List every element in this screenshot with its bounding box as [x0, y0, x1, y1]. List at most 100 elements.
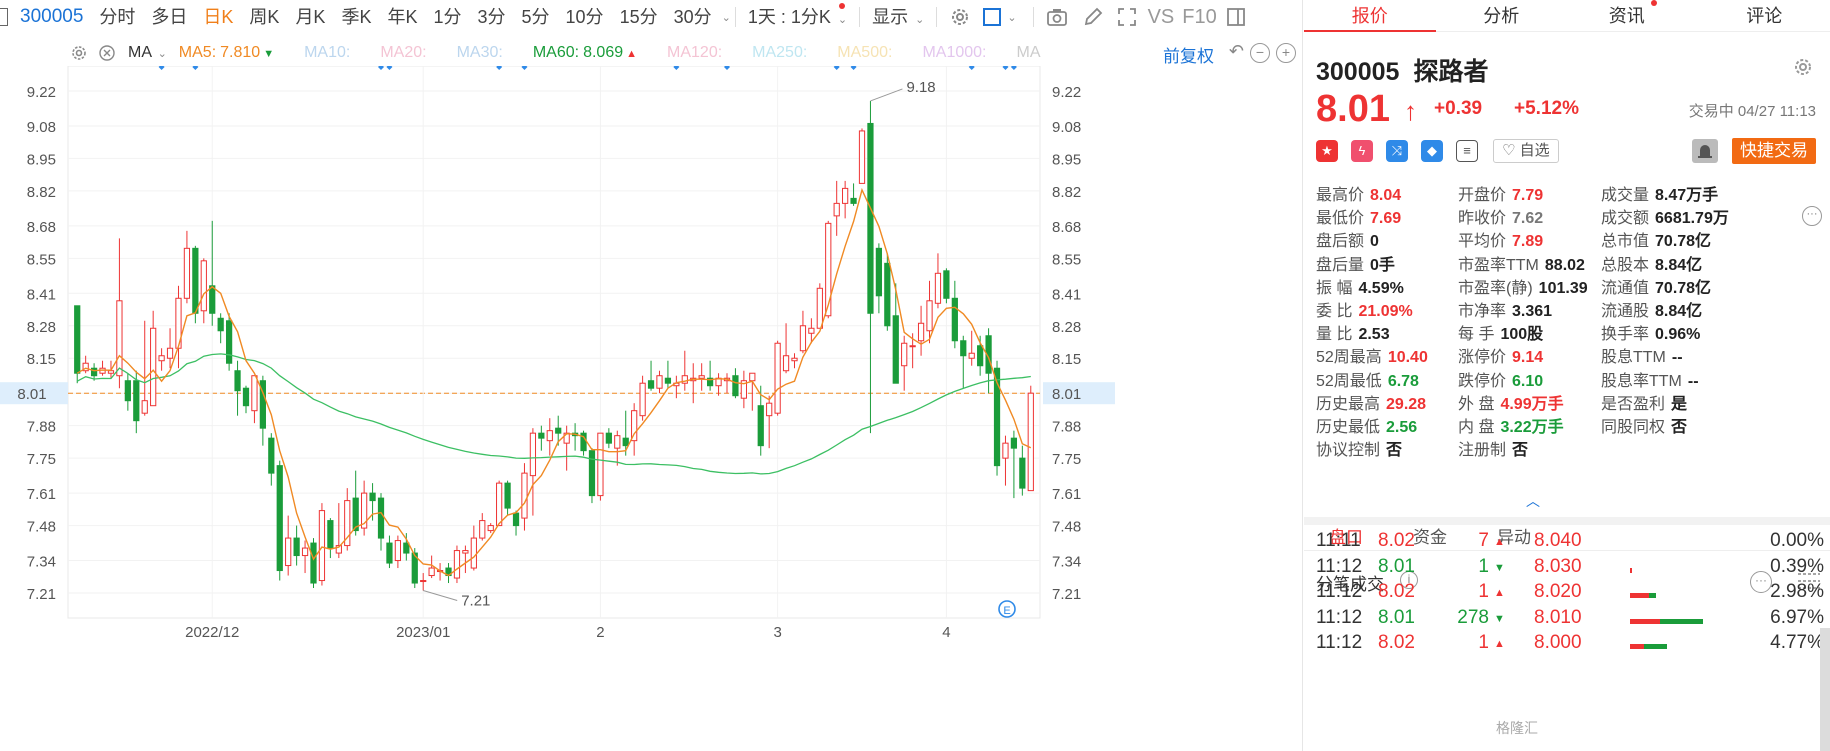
period-tab[interactable]: 季K	[333, 0, 379, 34]
ma-legend-item[interactable]: MA30:	[457, 44, 503, 62]
period-tab[interactable]: 分时	[91, 0, 143, 34]
candle-body	[251, 375, 258, 412]
stat-item: 股息率TTM --	[1601, 370, 1699, 393]
document-icon[interactable]: ≡	[1456, 140, 1478, 162]
chevron-down-icon[interactable]: ⌄	[1007, 11, 1016, 24]
stat-item: 52周最高 10.40	[1316, 346, 1428, 369]
vs-button[interactable]: VS	[1144, 0, 1179, 34]
stat-label: 成交量	[1601, 187, 1650, 204]
event-marker-icon	[386, 66, 393, 70]
zoom-in-icon[interactable]: +	[1276, 43, 1296, 63]
period-tab[interactable]: 多日	[143, 0, 195, 34]
scrollbar[interactable]	[1820, 628, 1830, 751]
trade-time: 11:12	[1316, 632, 1363, 653]
event-marker-icon	[496, 66, 503, 70]
fullscreen-icon[interactable]	[1116, 6, 1138, 28]
period-tab[interactable]: 周K	[241, 0, 287, 34]
y-tick-left: 9.08	[27, 119, 56, 136]
sidebar-toggle-icon[interactable]	[0, 8, 8, 26]
ma-legend-item[interactable]: MA1000:	[922, 44, 986, 62]
add-watchlist-button[interactable]: ♡ 自选	[1493, 139, 1559, 163]
settings-icon[interactable]	[70, 44, 88, 62]
event-marker-icon	[192, 66, 199, 70]
tab-1[interactable]: 分析	[1436, 0, 1568, 31]
candle-body	[1010, 437, 1018, 449]
ma-legend-item[interactable]: MA	[1016, 44, 1040, 62]
y-tick-right: 7.48	[1052, 519, 1081, 536]
interval-select[interactable]: 1天 : 1分K ⌄	[740, 0, 855, 34]
period-tab[interactable]: 月K	[287, 0, 333, 34]
candle-body	[757, 405, 764, 447]
settings-icon[interactable]	[949, 6, 971, 28]
stat-label: 昨收价	[1458, 210, 1507, 228]
stat-label: 股息TTM	[1601, 349, 1666, 367]
trade-time: 11:11	[1316, 530, 1361, 551]
ma-legend-item[interactable]: MA20:	[380, 44, 426, 62]
stat-value: 8.84亿	[1655, 256, 1703, 274]
candle-body	[546, 430, 553, 442]
pencil-icon[interactable]	[1082, 6, 1104, 28]
tag-icon[interactable]: ◆	[1421, 140, 1443, 162]
y-tick-right: 8.55	[1052, 251, 1081, 268]
period-tab[interactable]: 10分	[558, 0, 612, 34]
info-more-icon[interactable]: ···	[1802, 206, 1822, 226]
period-tab[interactable]: 年K	[379, 0, 425, 34]
event-marker-icon	[378, 66, 385, 70]
camera-icon[interactable]	[1046, 6, 1068, 28]
candle-body	[318, 510, 326, 582]
period-tab[interactable]: 30分	[666, 0, 720, 34]
candle-body	[656, 375, 663, 389]
ma-legend-item[interactable]: MA250:	[752, 44, 807, 62]
stat-value: 88.02	[1544, 256, 1585, 274]
period-tab[interactable]: 15分	[612, 0, 666, 34]
panel-toggle-icon[interactable]	[1225, 6, 1247, 28]
stat-value: 101.39	[1538, 279, 1588, 297]
candle-body	[774, 342, 781, 414]
ma-legend-item[interactable]: MA60: 8.069 ▲	[533, 44, 637, 62]
stat-label: 振 幅	[1316, 279, 1353, 297]
candle-body	[555, 427, 562, 434]
display-select[interactable]: 显示 ⌄	[864, 0, 932, 34]
period-tab[interactable]: 日K	[195, 0, 241, 34]
stat-value: 8.47万手	[1655, 187, 1719, 204]
close-icon[interactable]	[98, 44, 116, 62]
stat-item: 流通值 70.78亿	[1601, 277, 1711, 300]
ma-legend-item[interactable]: MA5: 7.810 ▼	[179, 44, 274, 62]
kline-chart[interactable]: 9.22 9.22 9.08 9.08 8.95 8.95 8.82 8.82 8.68 8.68…	[0, 66, 1303, 751]
stat-value: 7.89	[1512, 233, 1544, 251]
period-tab[interactable]: 1分	[425, 0, 469, 34]
stock-title: 300005 探路者	[1316, 52, 1488, 88]
candle-body	[960, 340, 967, 357]
stat-label: 52周最高	[1316, 349, 1382, 367]
undo-icon[interactable]: ↶	[1229, 41, 1244, 62]
ma-selector[interactable]: MA ⌄	[128, 44, 167, 62]
adjust-mode-button[interactable]: 前复权	[1163, 42, 1214, 67]
candle-body	[977, 345, 984, 367]
trade-price: 8.02	[1378, 530, 1415, 551]
bell-icon[interactable]	[1692, 139, 1718, 163]
tab-3[interactable]: 评论	[1699, 0, 1830, 31]
ma-name: MA	[1016, 44, 1041, 61]
stock-code-tab[interactable]: 300005	[14, 0, 91, 34]
period-tab[interactable]: 3分	[470, 0, 514, 34]
color-box-icon[interactable]	[981, 6, 1003, 28]
chevron-down-icon: ⌄	[915, 14, 925, 26]
candle-body	[622, 437, 629, 447]
f10-button[interactable]: F10	[1178, 0, 1220, 34]
tab-0[interactable]: 报价	[1304, 0, 1436, 32]
collapse-icon[interactable]: ︿	[1526, 491, 1540, 511]
shuffle-icon[interactable]: ⤨	[1386, 140, 1408, 162]
chevron-down-icon[interactable]: ⌄	[722, 11, 731, 24]
ma-legend-item[interactable]: MA10:	[304, 44, 350, 62]
quick-trade-button[interactable]: 快捷交易	[1732, 138, 1816, 164]
zoom-out-icon[interactable]: −	[1250, 43, 1270, 63]
period-tab[interactable]: 5分	[514, 0, 558, 34]
flame-icon[interactable]: ϟ	[1351, 140, 1373, 162]
settings-icon[interactable]	[1792, 56, 1814, 78]
stat-label: 最低价	[1316, 210, 1365, 228]
ma-legend-item[interactable]: MA500:	[837, 44, 892, 62]
ma-legend-item[interactable]: MA120:	[667, 44, 722, 62]
display-label: 显示	[872, 7, 909, 27]
tab-2[interactable]: 资讯	[1567, 0, 1699, 31]
candle-body	[934, 272, 942, 304]
